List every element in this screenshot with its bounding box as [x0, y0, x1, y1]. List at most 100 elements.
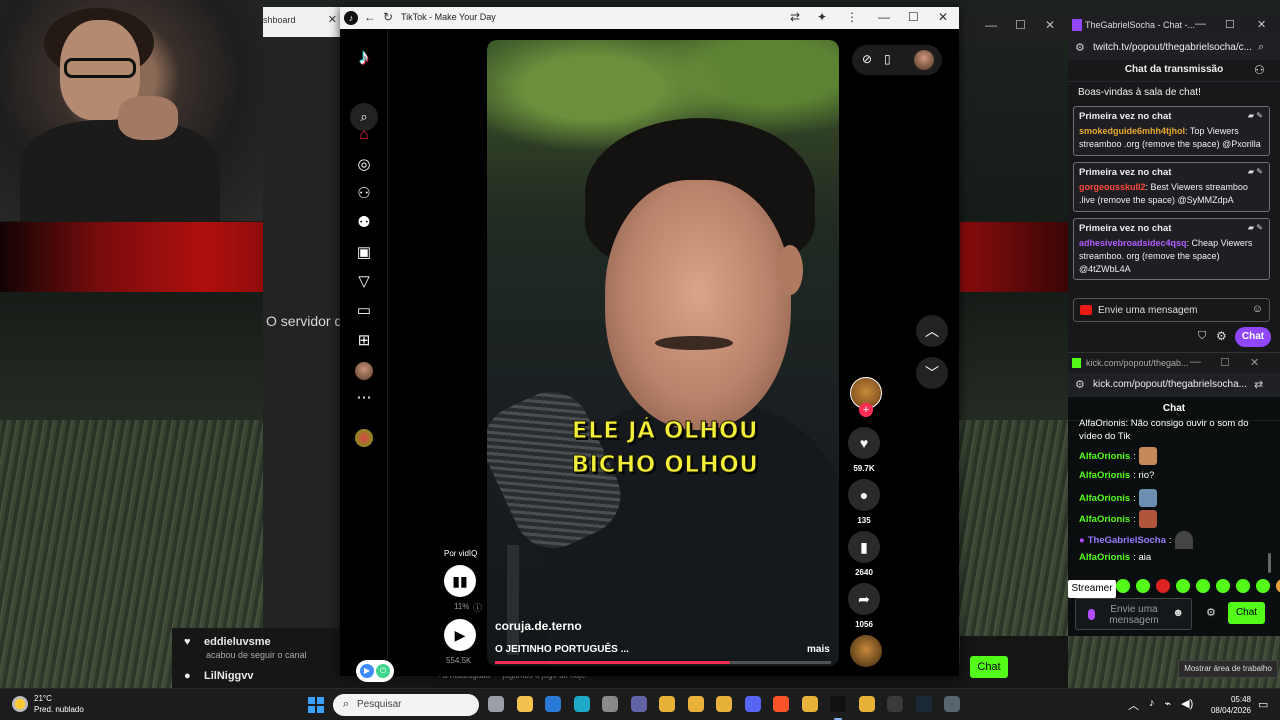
twitch-message-input[interactable]: Envie uma mensagem ☺: [1073, 298, 1270, 322]
kick-address-bar[interactable]: ⚙ kick.com/popout/thegabrielsocha... ⇄: [1068, 373, 1280, 397]
emote-icon[interactable]: [1136, 579, 1150, 593]
chrome-icon-3[interactable]: [716, 696, 732, 712]
emote-icon[interactable]: [1116, 579, 1130, 593]
reload-icon[interactable]: ↻: [383, 10, 393, 24]
app-icon[interactable]: [944, 696, 960, 712]
scrollbar[interactable]: [1268, 553, 1271, 573]
brave-icon[interactable]: [773, 696, 789, 712]
close-icon[interactable]: ✕: [938, 10, 948, 24]
tiktok-logo-icon[interactable]: ♪: [353, 45, 375, 69]
play-icon[interactable]: ▶: [444, 619, 476, 651]
add-icon[interactable]: ⊞: [354, 331, 374, 351]
close-icon[interactable]: ✕: [1250, 356, 1259, 369]
emote-icon[interactable]: [1216, 579, 1230, 593]
chrome-icon-2[interactable]: [687, 696, 704, 712]
chevron-up-icon[interactable]: ︿: [916, 315, 948, 347]
chat-username[interactable]: AlfaOrionis: [1079, 514, 1130, 525]
chat-username[interactable]: adhesivebroadsidec4qsq: [1079, 238, 1187, 248]
start-button-icon[interactable]: [308, 697, 324, 713]
taskbar-search[interactable]: ⌕ Pesquisar: [333, 694, 479, 716]
gear-icon[interactable]: ⚙: [1206, 606, 1216, 619]
close-icon[interactable]: ✕: [328, 13, 337, 26]
info-icon[interactable]: ⓘ: [473, 601, 482, 614]
share-icon[interactable]: ➦: [848, 583, 880, 615]
site-settings-icon[interactable]: ⚙: [1075, 378, 1085, 391]
teams-icon[interactable]: [630, 696, 647, 712]
chat-username[interactable]: TheGabrielSocha: [1088, 535, 1166, 546]
maximize-icon[interactable]: ☐: [1015, 18, 1026, 32]
stats-icon[interactable]: ▮▮: [444, 565, 476, 597]
video-progress-bar[interactable]: [495, 661, 831, 664]
twitch-address-bar[interactable]: ⚙ twitch.tv/popout/thegabrielsocha/c... …: [1068, 36, 1280, 60]
minimize-icon[interactable]: —: [878, 10, 890, 24]
chat-username[interactable]: smokedguide6mhh4tjhol: [1079, 126, 1185, 136]
site-settings-icon[interactable]: ⚙: [1075, 41, 1085, 54]
compass-icon[interactable]: ⊘: [862, 52, 872, 66]
chat-username[interactable]: gorgeousskull2: [1079, 182, 1146, 192]
video-author[interactable]: coruja.de.terno: [495, 619, 582, 633]
edge-icon[interactable]: [573, 696, 590, 712]
zoom-icon[interactable]: ⌕: [1258, 41, 1264, 54]
microphone-icon[interactable]: ♪: [1149, 697, 1155, 713]
users-icon[interactable]: ⚇: [1254, 63, 1265, 77]
emoji-icon[interactable]: ☺: [1252, 303, 1263, 315]
weather-widget[interactable]: 21°C Pred. nublado: [12, 693, 84, 715]
live-icon[interactable]: ▣: [354, 243, 374, 263]
comment-icon[interactable]: ●: [848, 479, 880, 511]
video-player[interactable]: ELE JÁ OLHOU BICHO OLHOU coruja.de.terno…: [487, 40, 839, 666]
translate-icon[interactable]: ⇄: [790, 10, 800, 24]
profile-avatar[interactable]: [355, 362, 373, 380]
file-explorer-icon[interactable]: [516, 696, 533, 712]
translate-icon[interactable]: ⇄: [1254, 378, 1263, 391]
like-icon[interactable]: ♥: [848, 427, 880, 459]
chevron-up-icon[interactable]: ︿: [1128, 697, 1139, 713]
emoji-icon[interactable]: ☻: [1172, 607, 1184, 619]
settings-icon[interactable]: [602, 696, 618, 712]
kick-message-input[interactable]: Envie uma mensagem ☻: [1075, 598, 1192, 630]
task-view-icon[interactable]: [488, 696, 504, 712]
chat-username[interactable]: AlfaOrionis: [1079, 493, 1130, 504]
volume-icon[interactable]: ◀): [1181, 697, 1193, 713]
shield-icon[interactable]: ⛉: [1198, 330, 1206, 343]
extension-toggle[interactable]: ▶ ⏻: [356, 660, 394, 682]
more-icon[interactable]: ⋯: [354, 388, 374, 408]
minimize-icon[interactable]: —: [1190, 356, 1201, 368]
followed-account-avatar[interactable]: [355, 429, 373, 447]
chrome-icon-5[interactable]: [858, 696, 875, 712]
maximize-icon[interactable]: ☐: [908, 10, 919, 24]
emote-icon[interactable]: [1236, 579, 1250, 593]
emote-icon[interactable]: [1256, 579, 1270, 593]
emote-icon[interactable]: [1196, 579, 1210, 593]
following-icon[interactable]: ⚇: [354, 184, 374, 204]
chat-send-button[interactable]: Chat: [1235, 327, 1271, 347]
chevron-down-icon[interactable]: ﹀: [916, 357, 948, 389]
chat-send-button[interactable]: Chat: [1228, 602, 1265, 624]
background-chat-button[interactable]: Chat: [970, 656, 1008, 678]
emote-icon[interactable]: [1276, 579, 1280, 593]
network-icon[interactable]: ⌁: [1165, 697, 1172, 713]
discord-icon[interactable]: [744, 696, 761, 712]
chat-username[interactable]: AlfaOrionis: [1079, 470, 1130, 481]
upload-icon[interactable]: ▽: [354, 272, 374, 292]
close-icon[interactable]: ✕: [1045, 18, 1055, 32]
friends-icon[interactable]: ⚉: [354, 213, 374, 233]
follow-plus-icon[interactable]: +: [859, 403, 873, 417]
maximize-icon[interactable]: ☐: [1225, 18, 1235, 31]
home-icon[interactable]: ⌂: [354, 125, 374, 145]
chrome-icon[interactable]: [659, 696, 675, 712]
explore-icon[interactable]: ◎: [354, 155, 374, 175]
obs-icon[interactable]: [887, 696, 903, 712]
menu-icon[interactable]: ⋮: [846, 10, 858, 24]
emote-icon[interactable]: [1156, 579, 1170, 593]
extensions-icon[interactable]: ✦: [817, 10, 827, 24]
background-browser-tab[interactable]: shboard ✕: [263, 7, 343, 37]
more-link[interactable]: mais: [807, 644, 830, 655]
chat-username[interactable]: AlfaOrionis: [1079, 552, 1130, 563]
gear-icon[interactable]: ⚙: [1216, 329, 1227, 343]
device-icon[interactable]: ▯: [884, 52, 891, 66]
back-icon[interactable]: ←: [364, 10, 376, 24]
outlook-icon[interactable]: [545, 696, 561, 712]
close-icon[interactable]: ✕: [1257, 18, 1266, 31]
user-avatar[interactable]: [914, 50, 934, 70]
messages-icon[interactable]: ▭: [354, 301, 374, 321]
